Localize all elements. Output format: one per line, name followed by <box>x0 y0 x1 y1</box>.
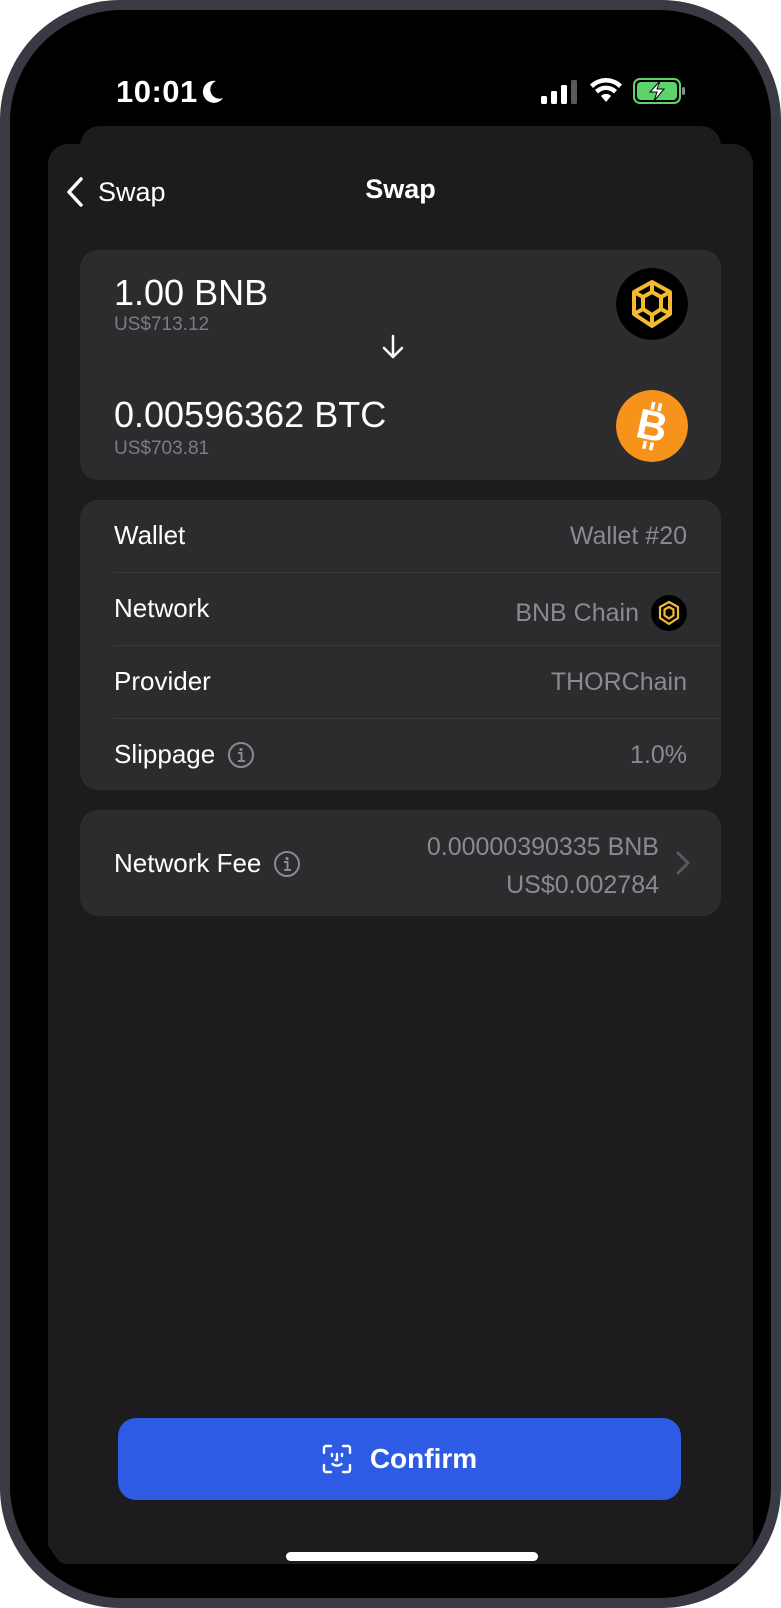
confirm-button-label: Confirm <box>369 1443 478 1474</box>
provider-label: Provider <box>114 666 211 696</box>
from-amount: 1.00 BNB <box>114 272 269 313</box>
wifi-icon <box>590 78 622 102</box>
wallet-value: Wallet #20 <box>569 522 687 550</box>
network-fee-row[interactable]: Network Fee 0.00000390335 BNB US$0.00278… <box>80 810 721 916</box>
from-fiat: US$713.12 <box>114 314 210 335</box>
moon-icon <box>202 80 223 103</box>
network-fee-label-group: Network Fee <box>114 848 301 879</box>
wallet-row: Wallet Wallet #20 <box>114 500 721 572</box>
screen: 10:01 Swap Swap 1.00 BNB US$713.12 0.005… <box>36 36 765 1592</box>
bitcoin-icon: B <box>616 390 688 462</box>
network-label: Network <box>114 593 210 623</box>
to-amount: 0.00596362 BTC <box>114 394 387 435</box>
slippage-value: 1.0% <box>630 741 687 769</box>
provider-value: THORChain <box>550 668 687 696</box>
network-fee-values: 0.00000390335 BNB US$0.002784 <box>427 828 659 904</box>
status-time: 10:01 <box>116 74 198 109</box>
confirm-button[interactable]: Confirm <box>118 1418 681 1500</box>
swap-sheet: Swap Swap 1.00 BNB US$713.12 0.00596362 … <box>48 144 753 1564</box>
network-value: BNB Chain <box>515 595 687 631</box>
swap-details-card: Wallet Wallet #20 Network BNB Chain Prov… <box>80 500 721 790</box>
phone-bezel: 10:01 Swap Swap 1.00 BNB US$713.12 0.005… <box>10 10 771 1598</box>
slippage-label-group: Slippage <box>114 739 255 770</box>
info-icon[interactable] <box>273 850 301 878</box>
wallet-label: Wallet <box>114 520 186 550</box>
slippage-row: Slippage 1.0% <box>114 719 721 791</box>
chevron-right-icon <box>676 851 690 875</box>
network-fee-amount: 0.00000390335 BNB <box>426 833 659 861</box>
battery-charging-icon <box>633 78 685 104</box>
page-title: Swap <box>365 174 436 204</box>
provider-row: Provider THORChain <box>114 646 721 718</box>
info-icon[interactable] <box>227 741 255 769</box>
phone-frame: 10:01 Swap Swap 1.00 BNB US$713.12 0.005… <box>0 0 781 1608</box>
arrow-down-icon <box>382 334 404 359</box>
network-fee-fiat: US$0.002784 <box>506 871 659 899</box>
bnb-chain-icon <box>651 595 687 631</box>
slippage-label: Slippage <box>114 739 216 769</box>
to-fiat: US$703.81 <box>114 438 210 459</box>
cellular-signal-icon <box>541 80 577 104</box>
network-value-text: BNB Chain <box>515 598 639 627</box>
home-indicator <box>286 1552 538 1561</box>
network-fee-label: Network Fee <box>114 848 262 878</box>
swap-summary-card: 1.00 BNB US$713.12 0.00596362 BTC US$703… <box>80 250 721 480</box>
bnb-icon <box>616 268 688 340</box>
network-row: Network BNB Chain <box>114 573 721 645</box>
face-id-icon <box>322 1444 352 1474</box>
